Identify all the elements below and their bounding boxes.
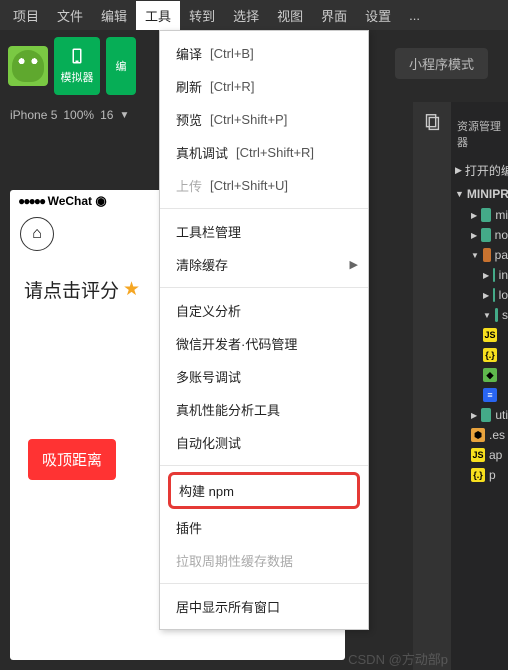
menu-clear-cache[interactable]: 清除缓存▶ bbox=[160, 248, 368, 281]
signal-icon: ●●●●● bbox=[18, 194, 44, 208]
chevron-right-icon: ▶ bbox=[350, 258, 358, 271]
tree-item[interactable]: ◆ bbox=[451, 365, 508, 385]
menubar-item-3[interactable]: 工具 bbox=[136, 1, 180, 30]
menu-compile[interactable]: 编译[Ctrl+B] bbox=[160, 37, 368, 70]
menu-preview[interactable]: 预览[Ctrl+Shift+P] bbox=[160, 103, 368, 136]
tree-item[interactable]: ▶mi bbox=[451, 205, 508, 225]
simulator-label: 模拟器 bbox=[61, 69, 94, 85]
tree-item[interactable]: ▶lo bbox=[451, 285, 508, 305]
menubar-item-0[interactable]: 项目 bbox=[4, 1, 48, 30]
menu-pull-cache: 拉取周期性缓存数据 bbox=[160, 544, 368, 577]
menu-toolbar-mgmt[interactable]: 工具栏管理 bbox=[160, 215, 368, 248]
menu-perf-tool[interactable]: 真机性能分析工具 bbox=[160, 393, 368, 426]
tree-item[interactable]: {.} bbox=[451, 345, 508, 365]
sticky-button[interactable]: 吸顶距离 bbox=[28, 439, 116, 480]
menu-wechat-dev[interactable]: 微信开发者·代码管理 bbox=[160, 327, 368, 360]
menu-separator bbox=[160, 465, 368, 466]
phone-icon bbox=[68, 47, 86, 65]
menu-center-windows[interactable]: 居中显示所有窗口 bbox=[160, 590, 368, 623]
menu-separator bbox=[160, 287, 368, 288]
menubar-item-8[interactable]: 设置 bbox=[356, 1, 400, 30]
menubar: 项目文件编辑工具转到选择视图界面设置... bbox=[0, 0, 508, 30]
tree-item[interactable]: ≡ bbox=[451, 385, 508, 405]
menu-build-npm[interactable]: 构建 npm bbox=[168, 472, 360, 509]
wechat-label: WeChat bbox=[48, 194, 92, 208]
device-name[interactable]: iPhone 5 bbox=[10, 108, 57, 122]
menubar-item-7[interactable]: 界面 bbox=[312, 1, 356, 30]
tree-item[interactable]: ▶uti bbox=[451, 405, 508, 425]
zoom-level[interactable]: 100% bbox=[63, 108, 94, 122]
menubar-item-5[interactable]: 选择 bbox=[224, 1, 268, 30]
tree-item[interactable]: ⬢.es bbox=[451, 425, 508, 445]
menu-upload: 上传[Ctrl+Shift+U] bbox=[160, 169, 368, 202]
explorer: 资源管理器 ▶打开的编辑 ▼MINIPROC ▶mi▶no▼pa▶in▶lo▼s… bbox=[451, 102, 508, 670]
menu-real-debug[interactable]: 真机调试[Ctrl+Shift+R] bbox=[160, 136, 368, 169]
files-icon[interactable] bbox=[421, 112, 443, 134]
editor-panel: 资源管理器 ▶打开的编辑 ▼MINIPROC ▶mi▶no▼pa▶in▶lo▼s… bbox=[413, 102, 508, 670]
tree-item[interactable]: ▼pa bbox=[451, 245, 508, 265]
wifi-icon: ◉ bbox=[95, 193, 106, 208]
menubar-item-4[interactable]: 转到 bbox=[180, 1, 224, 30]
menubar-item-1[interactable]: 文件 bbox=[48, 1, 92, 30]
menubar-item-9[interactable]: ... bbox=[400, 3, 429, 28]
tree-item[interactable]: ▶no bbox=[451, 225, 508, 245]
tools-dropdown: 编译[Ctrl+B] 刷新[Ctrl+R] 预览[Ctrl+Shift+P] 真… bbox=[159, 30, 369, 630]
menu-refresh[interactable]: 刷新[Ctrl+R] bbox=[160, 70, 368, 103]
tree-item[interactable]: JSap bbox=[451, 445, 508, 465]
project-section[interactable]: ▼MINIPROC bbox=[451, 183, 508, 205]
edit-label: 编 bbox=[116, 58, 127, 74]
menu-separator bbox=[160, 583, 368, 584]
tree-item[interactable]: JS bbox=[451, 325, 508, 345]
tree-item[interactable]: ▶in bbox=[451, 265, 508, 285]
star-icon: ★ bbox=[123, 278, 140, 301]
menubar-item-6[interactable]: 视图 bbox=[268, 1, 312, 30]
menu-plugins[interactable]: 插件 bbox=[160, 511, 368, 544]
open-editors-section[interactable]: ▶打开的编辑 bbox=[451, 158, 508, 183]
watermark: CSDN @方动部p bbox=[348, 649, 448, 668]
tree-item[interactable]: ▼s bbox=[451, 305, 508, 325]
tree-item[interactable]: {.}p bbox=[451, 465, 508, 485]
file-tree: ▶mi▶no▼pa▶in▶lo▼sJS{.}◆≡▶uti⬢.esJSap{.}p bbox=[451, 205, 508, 485]
mode-selector[interactable]: 小程序模式 bbox=[395, 48, 488, 79]
chevron-down-icon: ▼ bbox=[119, 110, 129, 121]
menu-separator bbox=[160, 208, 368, 209]
font-size[interactable]: 16 bbox=[100, 108, 113, 122]
edit-button[interactable]: 编 bbox=[106, 37, 136, 95]
menu-auto-test[interactable]: 自动化测试 bbox=[160, 426, 368, 459]
simulator-button[interactable]: 模拟器 bbox=[54, 37, 100, 95]
activity-bar bbox=[413, 102, 451, 670]
home-button[interactable]: ⌂ bbox=[20, 217, 54, 251]
menubar-item-2[interactable]: 编辑 bbox=[92, 1, 136, 30]
home-icon: ⌂ bbox=[32, 225, 42, 243]
menu-multi-account[interactable]: 多账号调试 bbox=[160, 360, 368, 393]
avatar[interactable] bbox=[8, 46, 48, 86]
menu-custom-analysis[interactable]: 自定义分析 bbox=[160, 294, 368, 327]
explorer-title: 资源管理器 bbox=[451, 102, 508, 158]
